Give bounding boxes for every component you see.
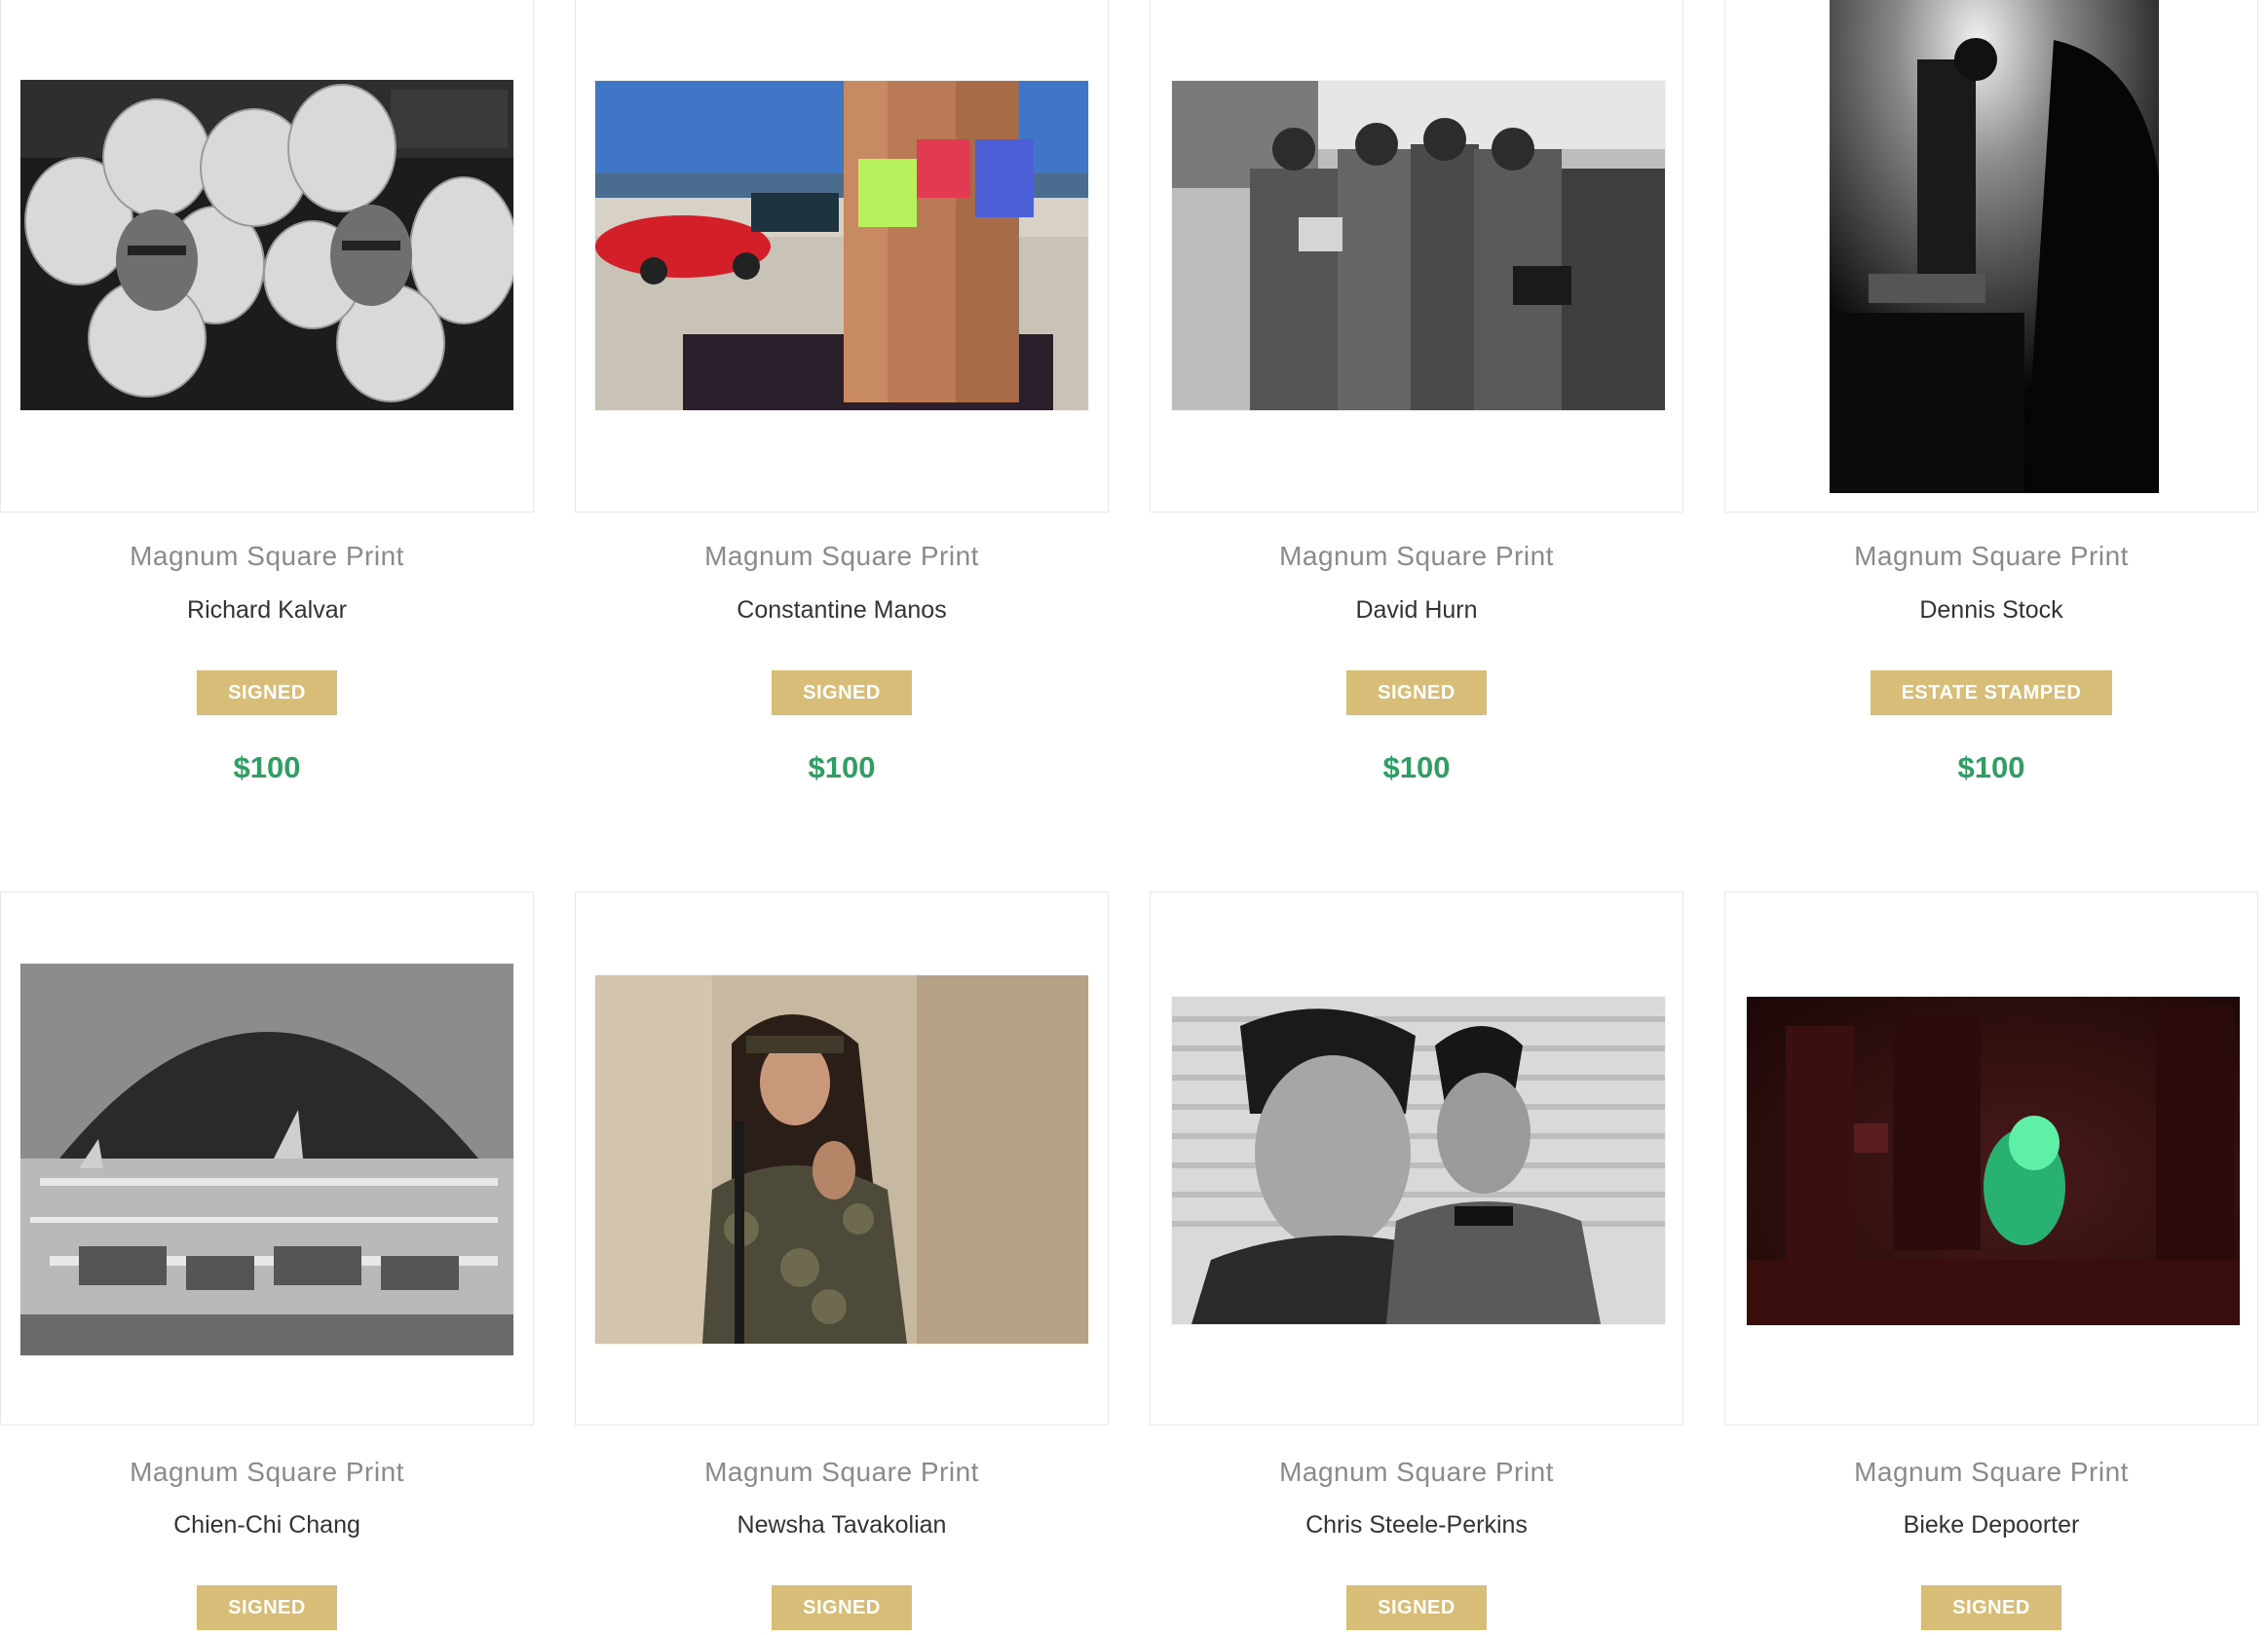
artist-name[interactable]: Newsha Tavakolian bbox=[575, 1511, 1109, 1540]
price: $100 bbox=[1957, 750, 2025, 784]
artist-name[interactable]: Richard Kalvar bbox=[0, 596, 534, 625]
product-type: Magnum Square Print bbox=[704, 1457, 979, 1487]
product-card[interactable]: Magnum Square Print Constantine Manos SI… bbox=[575, 0, 1111, 857]
product-type: Magnum Square Print bbox=[1854, 541, 2129, 571]
status-badge: SIGNED bbox=[772, 1585, 912, 1630]
status-badge: SIGNED bbox=[1346, 670, 1487, 715]
product-image-frame[interactable] bbox=[0, 892, 534, 1426]
product-photo[interactable] bbox=[1172, 997, 1665, 1324]
price: $100 bbox=[1382, 750, 1451, 784]
product-photo[interactable] bbox=[595, 975, 1088, 1344]
status-badge: SIGNED bbox=[772, 670, 912, 715]
status-badge: ESTATE STAMPED bbox=[1870, 670, 2113, 715]
artist-name[interactable]: David Hurn bbox=[1150, 596, 1683, 625]
product-image-frame[interactable] bbox=[1724, 0, 2258, 513]
product-type: Magnum Square Print bbox=[1279, 541, 1554, 571]
product-image-frame[interactable] bbox=[0, 0, 534, 513]
product-photo[interactable] bbox=[1830, 0, 2159, 493]
artist-name[interactable]: Bieke Depoorter bbox=[1724, 1511, 2258, 1540]
product-image-frame[interactable] bbox=[575, 892, 1109, 1426]
status-badge: SIGNED bbox=[1921, 1585, 2061, 1630]
product-grid: Magnum Square Print Richard Kalvar SIGNE… bbox=[0, 0, 2268, 1635]
product-type: Magnum Square Print bbox=[130, 1457, 404, 1487]
product-card[interactable]: Magnum Square Print Chien-Chi Chang SIGN… bbox=[0, 892, 536, 1635]
product-card[interactable]: Magnum Square Print Richard Kalvar SIGNE… bbox=[0, 0, 536, 857]
product-card[interactable]: Magnum Square Print David Hurn SIGNED $1… bbox=[1150, 0, 1685, 857]
artist-name[interactable]: Chien-Chi Chang bbox=[0, 1511, 534, 1540]
artist-name[interactable]: Dennis Stock bbox=[1724, 596, 2258, 625]
product-type: Magnum Square Print bbox=[704, 541, 979, 571]
product-type: Magnum Square Print bbox=[130, 541, 404, 571]
status-badge: SIGNED bbox=[1346, 1585, 1487, 1630]
product-card[interactable]: Magnum Square Print Bieke Depoorter SIGN… bbox=[1724, 892, 2260, 1635]
product-photo[interactable] bbox=[1172, 81, 1665, 410]
product-image-frame[interactable] bbox=[1150, 0, 1683, 513]
price: $100 bbox=[233, 750, 301, 784]
product-card[interactable]: Magnum Square Print Dennis Stock ESTATE … bbox=[1724, 0, 2260, 857]
product-card[interactable]: Magnum Square Print Newsha Tavakolian SI… bbox=[575, 892, 1111, 1635]
artist-name[interactable]: Chris Steele-Perkins bbox=[1150, 1511, 1683, 1540]
status-badge: SIGNED bbox=[197, 670, 337, 715]
price: $100 bbox=[808, 750, 876, 784]
artist-name[interactable]: Constantine Manos bbox=[575, 596, 1109, 625]
product-photo[interactable] bbox=[595, 81, 1088, 410]
product-image-frame[interactable] bbox=[1150, 892, 1683, 1426]
product-image-frame[interactable] bbox=[575, 0, 1109, 513]
product-type: Magnum Square Print bbox=[1279, 1457, 1554, 1487]
product-photo[interactable] bbox=[20, 80, 513, 410]
product-image-frame[interactable] bbox=[1724, 892, 2258, 1426]
status-badge: SIGNED bbox=[197, 1585, 337, 1630]
product-card[interactable]: Magnum Square Print Chris Steele-Perkins… bbox=[1150, 892, 1685, 1635]
product-type: Magnum Square Print bbox=[1854, 1457, 2129, 1487]
product-photo[interactable] bbox=[1747, 997, 2240, 1325]
product-photo[interactable] bbox=[20, 964, 513, 1355]
